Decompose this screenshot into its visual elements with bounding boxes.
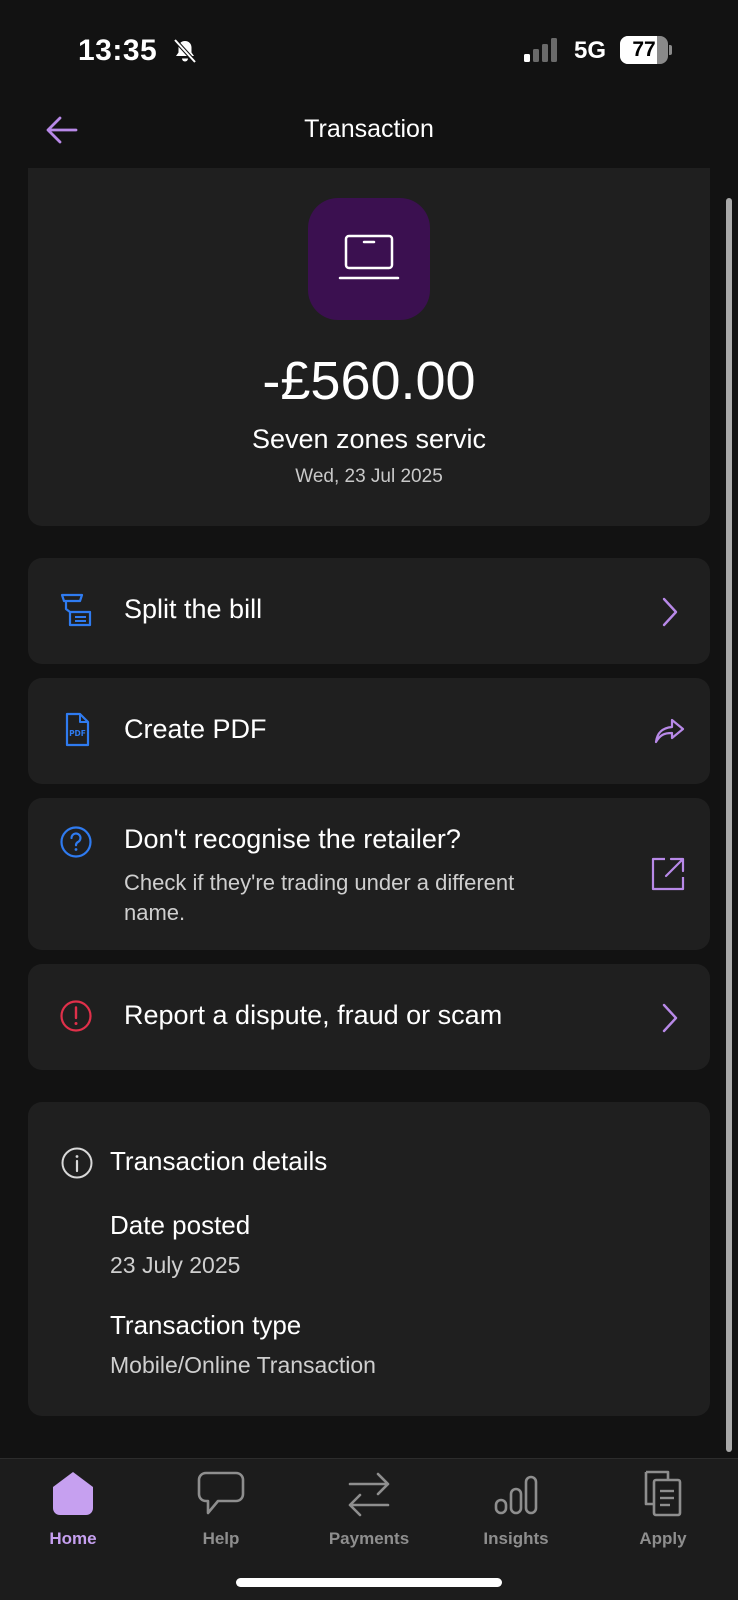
split-bill-row[interactable]: Split the bill: [28, 558, 710, 664]
transaction-amount: -£560.00: [262, 351, 476, 411]
unrecognised-retailer-label: Don't recognise the retailer?: [124, 824, 461, 854]
page-title: Transaction: [304, 115, 434, 143]
documents-icon: [644, 1470, 682, 1517]
scrollbar[interactable]: [726, 198, 732, 1452]
tab-payments-label: Payments: [328, 1529, 410, 1548]
merchant-logo: [308, 198, 430, 320]
tab-payments[interactable]: Payments: [304, 1469, 434, 1553]
pdf-file-icon: PDF: [65, 712, 90, 747]
create-pdf-row[interactable]: PDF Create PDF: [28, 678, 710, 784]
battery-percent: 77: [632, 38, 656, 61]
status-time: 13:35: [78, 34, 158, 67]
network-label: 5G: [574, 37, 607, 64]
transaction-type-label: Transaction type: [110, 1310, 302, 1340]
transaction-type-value: Mobile/Online Transaction: [110, 1352, 376, 1378]
tab-apply[interactable]: Apply: [598, 1469, 728, 1553]
tab-insights-label: Insights: [483, 1529, 549, 1548]
tab-insights[interactable]: Insights: [451, 1469, 581, 1553]
transaction-details-card: Transaction details Date posted 23 July …: [28, 1102, 710, 1416]
cellular-signal-icon: [524, 38, 557, 62]
status-bar: 13:35 5G 77: [0, 0, 738, 100]
split-bill-label: Split the bill: [124, 594, 263, 624]
share-arrow-icon: [654, 718, 685, 744]
info-circle-icon: [61, 1147, 93, 1179]
chat-bubble-icon: [197, 1471, 245, 1515]
tab-apply-label: Apply: [639, 1529, 687, 1548]
details-title: Transaction details: [110, 1146, 328, 1176]
transaction-summary-card: -£560.00 Seven zones servic Wed, 23 Jul …: [28, 168, 710, 526]
laptop-icon: [338, 234, 400, 280]
svg-text:PDF: PDF: [69, 729, 86, 738]
bar-chart-icon: [494, 1475, 538, 1515]
bell-slash-icon: [173, 38, 197, 64]
tab-home-label: Home: [49, 1529, 97, 1548]
transaction-date: Wed, 23 Jul 2025: [295, 466, 443, 487]
report-dispute-row[interactable]: Report a dispute, fraud or scam: [28, 964, 710, 1070]
alert-circle-icon: [60, 1000, 92, 1032]
tab-help[interactable]: Help: [156, 1469, 286, 1553]
home-indicator: [236, 1578, 502, 1587]
external-link-icon: [651, 857, 685, 891]
chevron-right-icon: [662, 1003, 678, 1033]
date-posted-label: Date posted: [110, 1210, 251, 1240]
unrecognised-retailer-row[interactable]: Don't recognise the retailer? Check if t…: [28, 798, 710, 950]
transfer-arrows-icon: [348, 1472, 390, 1517]
unrecognised-retailer-subtitle: Check if they're trading under a differe…: [124, 870, 515, 925]
merchant-name: Seven zones servic: [251, 424, 487, 454]
date-posted-value: 23 July 2025: [110, 1252, 241, 1278]
battery-indicator: 77: [620, 36, 672, 64]
receipt-split-icon: [60, 593, 92, 627]
report-dispute-label: Report a dispute, fraud or scam: [124, 1000, 503, 1030]
question-circle-icon: [60, 826, 92, 858]
header: Transaction: [0, 100, 738, 164]
tab-home[interactable]: Home: [8, 1469, 138, 1553]
chevron-right-icon: [662, 597, 678, 627]
tab-help-label: Help: [202, 1529, 240, 1548]
create-pdf-label: Create PDF: [124, 714, 267, 744]
home-icon: [53, 1472, 93, 1515]
